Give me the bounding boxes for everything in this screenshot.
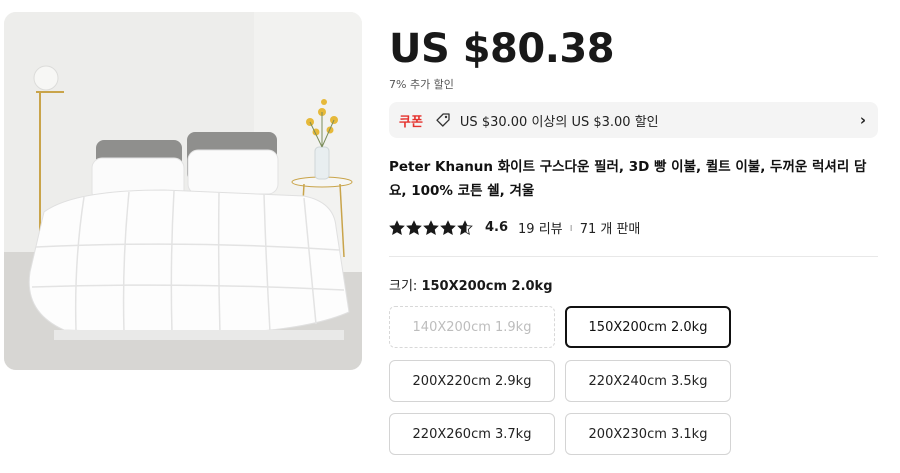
comforter-photo — [4, 12, 362, 370]
size-label: 크기: — [389, 279, 418, 294]
size-option-220x240[interactable]: 220X240cm 3.5kg — [565, 360, 731, 402]
rating-row: 4.6 19 리뷰 ı 71 개 판매 — [389, 218, 640, 237]
star-icon — [423, 219, 439, 236]
size-option-220x260[interactable]: 220X260cm 3.7kg — [389, 413, 555, 455]
star-rating — [389, 219, 473, 236]
coupon-label: 쿠폰 — [399, 114, 423, 130]
size-option-200x220[interactable]: 200X220cm 2.9kg — [389, 360, 555, 402]
size-selected-value: 150X200cm 2.0kg — [421, 279, 553, 294]
size-option-140x200: 140X200cm 1.9kg — [389, 306, 555, 348]
chevron-right-icon: › — [859, 111, 866, 129]
rating-value: 4.6 — [485, 220, 509, 235]
product-title: Peter Khanun 화이트 구스다운 필러, 3D 빵 이불, 퀼트 이불… — [389, 159, 867, 199]
product-price: US $80.38 — [389, 26, 615, 72]
divider — [389, 256, 878, 257]
star-icon — [440, 219, 456, 236]
coupon-text: US $30.00 이상의 US $3.00 할인 — [459, 114, 659, 130]
size-option-150x200[interactable]: 150X200cm 2.0kg — [565, 306, 731, 348]
star-icon — [457, 219, 473, 236]
extra-discount-note: 7% 추가 할인 — [389, 78, 454, 91]
size-heading: 크기: 150X200cm 2.0kg — [389, 275, 553, 294]
sold-count: 71 개 판매 — [579, 222, 641, 237]
size-option-200x230[interactable]: 200X230cm 3.1kg — [565, 413, 731, 455]
review-count-link[interactable]: 19 리뷰 — [518, 218, 563, 237]
separator: ı — [569, 221, 573, 234]
tag-icon — [435, 112, 451, 128]
star-icon — [406, 219, 422, 236]
star-icon — [389, 219, 405, 236]
coupon-banner[interactable]: 쿠폰 US $30.00 이상의 US $3.00 할인 › — [389, 102, 878, 138]
product-image[interactable] — [4, 12, 362, 370]
